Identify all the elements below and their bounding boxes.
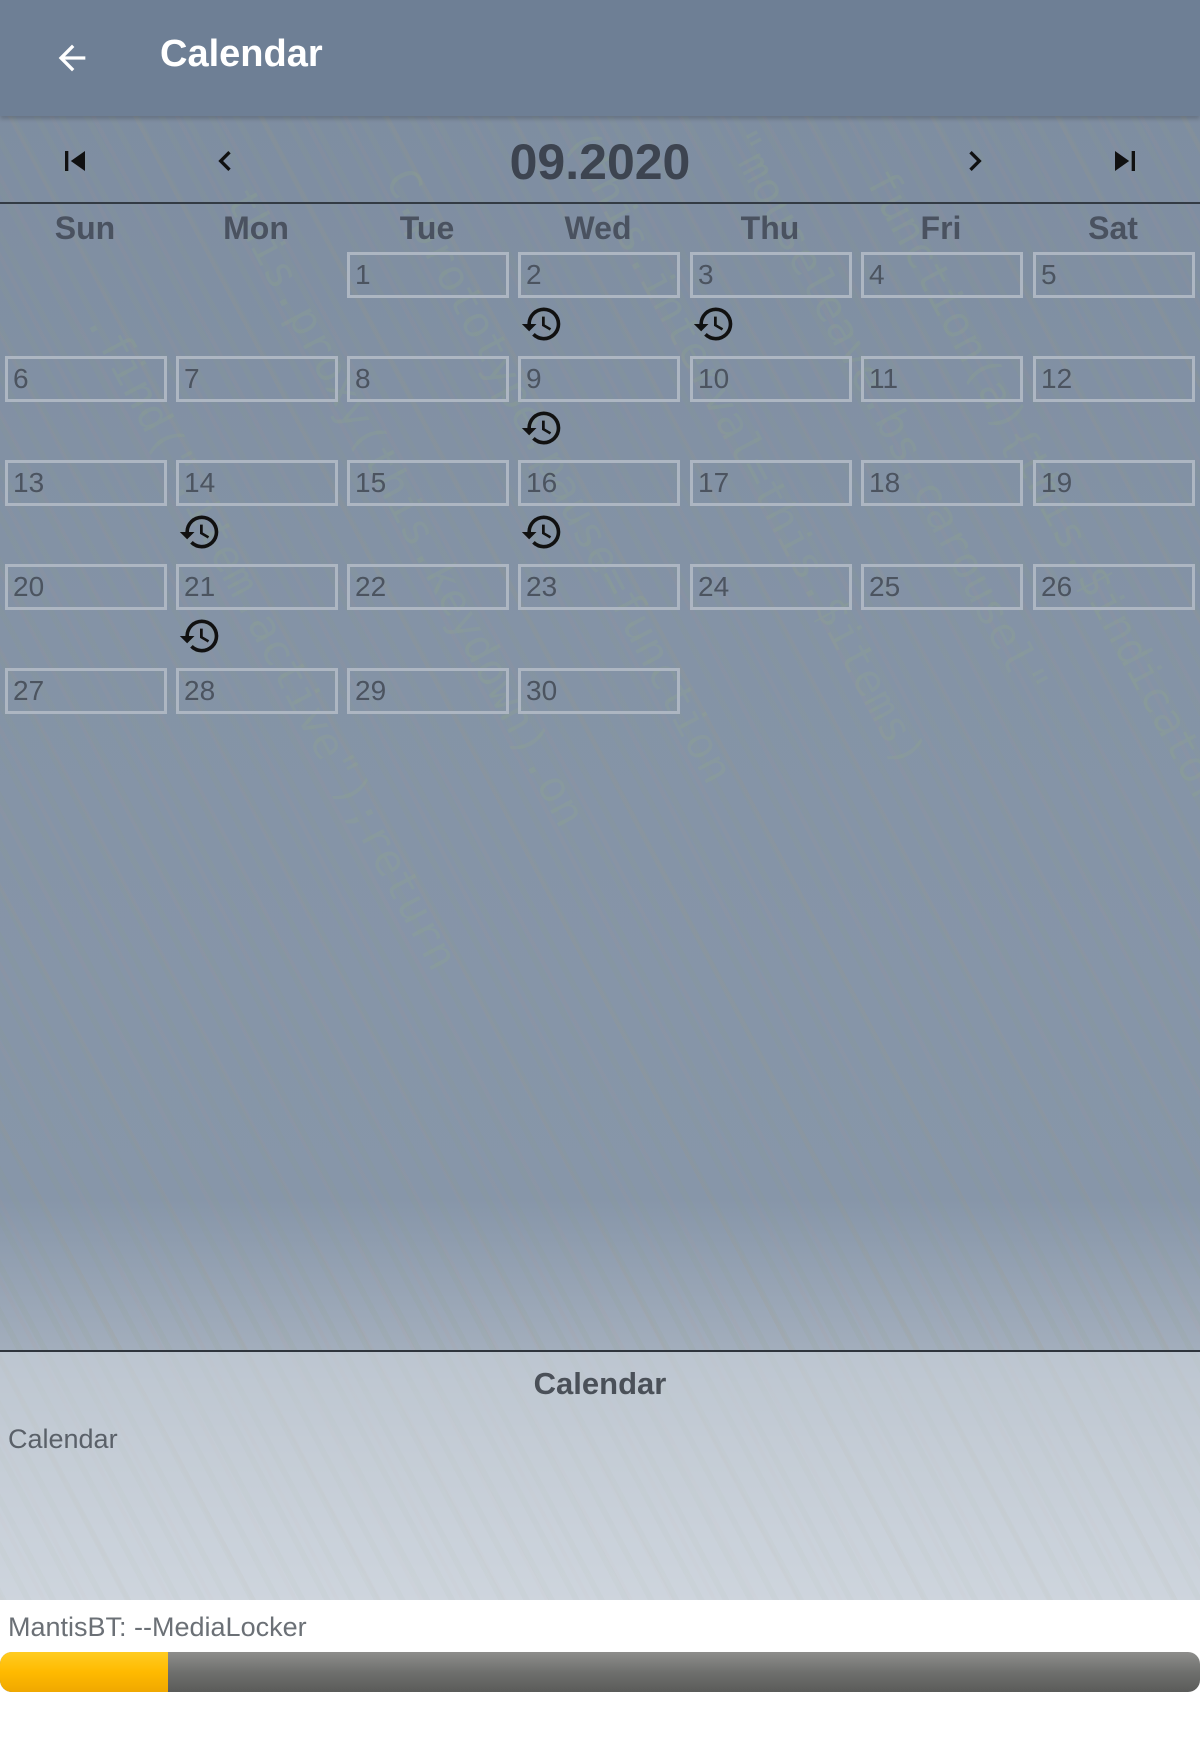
day-cell[interactable]: 8 (347, 356, 509, 402)
day-cell[interactable]: 19 (1033, 460, 1195, 506)
day-cell[interactable]: 18 (861, 460, 1023, 506)
day-cell[interactable]: 1 (347, 252, 509, 298)
clock-history-icon[interactable] (520, 406, 564, 450)
weekday-label: Mon (223, 210, 289, 246)
weekday-label: Thu (740, 210, 800, 246)
day-cell[interactable]: 15 (347, 460, 509, 506)
day-cell[interactable]: 14 (176, 460, 338, 506)
info-text: Calendar (8, 1424, 118, 1454)
day-cell[interactable]: 7 (176, 356, 338, 402)
day-cell[interactable]: 6 (5, 356, 167, 402)
day-cell[interactable]: 5 (1033, 252, 1195, 298)
clock-history-icon[interactable] (692, 302, 736, 346)
day-cell[interactable]: 29 (347, 668, 509, 714)
clock-history-icon[interactable] (520, 510, 564, 554)
status-text: MantisBT: --MediaLocker (8, 1612, 307, 1642)
weekday-label: Tue (399, 210, 455, 246)
day-cell[interactable]: 22 (347, 564, 509, 610)
clock-history-icon[interactable] (178, 614, 222, 658)
day-cell[interactable]: 2 (518, 252, 680, 298)
weekday-label: Wed (564, 210, 632, 246)
app-bar: Calendar (0, 0, 1200, 116)
skip-last-icon (1115, 151, 1135, 171)
page-title: Calendar (160, 33, 323, 75)
day-cell[interactable]: 20 (5, 564, 167, 610)
day-cell[interactable]: 12 (1033, 356, 1195, 402)
arrow-left-icon (58, 44, 86, 72)
weekday-label: Fri (920, 210, 962, 246)
info-title: Calendar (533, 1366, 667, 1401)
day-cell[interactable]: 25 (861, 564, 1023, 610)
last-month-button[interactable] (1100, 136, 1150, 186)
weekday-label: Sun (54, 210, 116, 246)
day-cell[interactable]: 21 (176, 564, 338, 610)
clock-history-icon[interactable] (520, 302, 564, 346)
month-label: 09.2020 (509, 134, 691, 190)
day-cell[interactable]: 10 (690, 356, 852, 402)
weekday-label: Sat (1088, 210, 1138, 246)
weekday-header: Sun Mon Tue Wed Thu Fri Sat (0, 206, 1200, 250)
day-cell[interactable]: 3 (690, 252, 852, 298)
day-cell[interactable]: 11 (861, 356, 1023, 402)
day-cell[interactable]: 4 (861, 252, 1023, 298)
info-panel: Calendar Calendar (0, 1350, 1200, 1600)
chevron-right-icon (969, 151, 982, 171)
day-cell[interactable]: 27 (5, 668, 167, 714)
progress-fill (0, 1652, 168, 1692)
back-button[interactable] (44, 30, 100, 86)
clock-history-icon[interactable] (178, 510, 222, 554)
day-cell[interactable]: 26 (1033, 564, 1195, 610)
day-cell[interactable]: 16 (518, 460, 680, 506)
day-cell[interactable]: 24 (690, 564, 852, 610)
next-month-button[interactable] (950, 136, 1000, 186)
day-cell[interactable]: 13 (5, 460, 167, 506)
day-cell[interactable]: 9 (518, 356, 680, 402)
day-cell[interactable]: 28 (176, 668, 338, 714)
day-cell[interactable]: 23 (518, 564, 680, 610)
month-navigation: 09.2020 (0, 116, 1200, 204)
day-cell[interactable]: 30 (518, 668, 680, 714)
day-cell[interactable]: 17 (690, 460, 852, 506)
progress-bar (0, 1652, 1200, 1692)
